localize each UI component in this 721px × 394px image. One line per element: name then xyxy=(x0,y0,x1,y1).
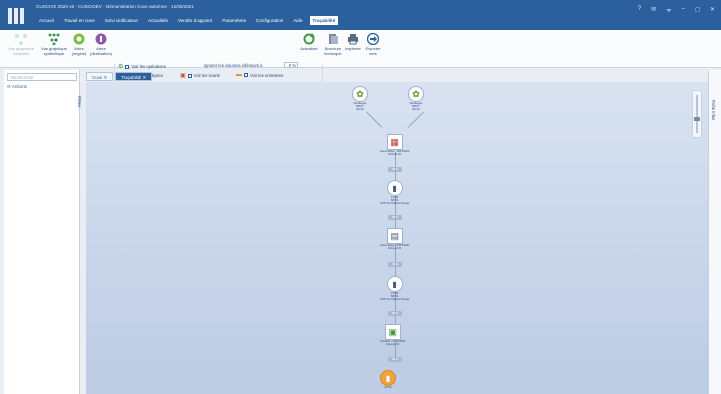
menu-aide[interactable]: Aide xyxy=(290,16,305,25)
refresh-icon xyxy=(303,33,315,45)
graph-node[interactable]: ✿ Vendanges BRUT Recolt xyxy=(352,86,368,111)
volume-badge: 80 hl xyxy=(388,215,402,220)
menu-vendre[interactable]: Vendre d'appoint xyxy=(175,16,215,25)
tab-tracabilite[interactable]: Traçabilité ✕ xyxy=(115,72,153,81)
graph-node[interactable]: ▤ Assemblage - 05/01/2021 Mouvoir 60 xyxy=(380,228,410,250)
ribbon: Vue graphique complète Vue graphique syn… xyxy=(0,30,721,93)
window-title: CUSCIVE 2020 v9 · CUSCIDEV · Démonstrati… xyxy=(36,4,195,9)
close-icon[interactable]: ✕ xyxy=(710,6,715,14)
entretiens-icon: ▬ xyxy=(236,72,242,78)
graph-node[interactable]: ▣ Transfert - 07/01/2021 Mouvoir 60 xyxy=(380,324,406,346)
tree-origin-icon xyxy=(73,33,85,45)
entretiens-checkbox-row[interactable]: ▬ Voir les entretiens xyxy=(236,72,283,78)
export-button[interactable]: Exporter vers xyxy=(364,32,382,56)
signal-icon[interactable]: ᯤ xyxy=(666,6,671,14)
operations-checkbox[interactable] xyxy=(125,64,130,69)
volume-badge: 80 hl xyxy=(388,262,402,267)
operations-icon: ⚙ xyxy=(118,64,124,70)
grape-icon: ✿ xyxy=(352,86,368,102)
actions-header[interactable]: ⟳ Actions xyxy=(7,84,27,90)
brochure-button[interactable]: Brochure technique xyxy=(324,33,342,56)
document-tabs: Cuve ✕ Traçabilité ✕ xyxy=(86,72,153,81)
synth-graph-button[interactable]: Vue graphique synthétique xyxy=(38,33,70,56)
menu-suivi[interactable]: Suivi vinificateur xyxy=(102,16,141,25)
graph-edge xyxy=(366,111,383,128)
print-button[interactable]: Imprimer xyxy=(344,33,362,52)
refresh-button[interactable]: Actualiser xyxy=(298,33,320,52)
graph-node[interactable]: ▮ CUVE BR 5b AOP Vin Collioure Rouge xyxy=(380,180,409,205)
menu-accueil[interactable]: Accueil xyxy=(36,16,57,25)
left-panel: Rechercher ⟳ Actions xyxy=(4,70,80,394)
printer-icon xyxy=(348,34,358,45)
help-icon[interactable]: ? xyxy=(638,6,641,14)
operations-checkbox-row[interactable]: ⚙ Voir les opérations xyxy=(118,63,166,70)
tank-icon: ▮ xyxy=(386,180,403,196)
volume-badge: 80 hl xyxy=(388,357,402,362)
filters-tab[interactable]: Filtres xyxy=(77,96,82,107)
entretiens-checkbox[interactable] xyxy=(244,73,248,77)
ecarts-checkbox-row[interactable]: ▣ Voir les écarts xyxy=(180,72,220,79)
graph-edge xyxy=(407,111,424,128)
menu-travail-en-cuve[interactable]: Travail en cuve xyxy=(61,16,98,25)
traceability-canvas[interactable]: ✿ Vendanges BRUT Recolt ✿ Vendanges BRUT… xyxy=(86,82,708,394)
export-arrow-icon xyxy=(366,32,380,46)
assemblage-icon: ▤ xyxy=(386,228,403,244)
graph-icon xyxy=(15,34,27,45)
tree-destination-button[interactable]: Arbre (destination) xyxy=(90,33,112,56)
tree-origin-button[interactable]: Arbre (origine) xyxy=(70,33,88,56)
volume-badge: 80 hl xyxy=(388,311,402,316)
title-bar: CUSCIVE 2020 v9 · CUSCIDEV · Démonstrati… xyxy=(0,0,721,30)
tab-cuve[interactable]: Cuve ✕ xyxy=(86,72,114,81)
info-sheet-tab[interactable]: Fiche infos xyxy=(711,100,716,120)
window-controls: ? ✉ ᯤ – ◻ ✕ xyxy=(638,6,715,14)
ecarts-icon: ▣ xyxy=(180,73,186,79)
assemblage-icon: ▦ xyxy=(386,134,403,150)
tree-destination-icon xyxy=(95,33,107,45)
synth-graph-icon xyxy=(48,33,60,46)
volume-badge: 80 hl xyxy=(388,167,402,172)
zoom-track xyxy=(696,95,698,133)
main-menu: Accueil Travail en cuve Suivi vinificate… xyxy=(36,14,339,26)
tank-icon: ▮ xyxy=(380,370,396,386)
minimize-icon[interactable]: – xyxy=(682,6,685,14)
ignore-volumes-input[interactable]: 0 % xyxy=(284,62,298,68)
graph-node[interactable]: ✿ Vendanges BRUT Recolt xyxy=(408,86,424,111)
brochure-icon xyxy=(329,34,338,44)
zoom-handle[interactable] xyxy=(694,117,700,121)
app-logo xyxy=(8,8,26,24)
graph-node[interactable]: ▦ Assemblage - 15/11/2020 Mouvoir 60 xyxy=(380,134,409,156)
notification-icon[interactable]: ✉ xyxy=(651,6,656,14)
ignore-volumes-label: Ignorer les volumes inférieurs à xyxy=(204,63,263,68)
maximize-icon[interactable]: ◻ xyxy=(695,6,700,14)
menu-parametres[interactable]: Paramètres xyxy=(219,16,249,25)
menu-actualites[interactable]: Actualités xyxy=(145,16,171,25)
grape-icon: ✿ xyxy=(408,86,424,102)
tank-icon: ▮ xyxy=(386,276,403,292)
full-graph-button[interactable]: Vue graphique complète xyxy=(6,33,36,56)
ecarts-checkbox[interactable] xyxy=(187,73,192,78)
zoom-slider[interactable] xyxy=(692,90,702,138)
search-input[interactable]: Rechercher xyxy=(7,73,77,81)
transfer-icon: ▣ xyxy=(384,324,401,340)
graph-node-selected[interactable]: ▮ CUVE xyxy=(380,370,396,389)
graph-node[interactable]: ▮ CUVE BR 5b AOP Vin Collioure Rouge xyxy=(380,276,409,301)
menu-tracabilite[interactable]: Traçabilité xyxy=(309,15,339,25)
menu-configuration[interactable]: Configuration xyxy=(253,16,286,25)
